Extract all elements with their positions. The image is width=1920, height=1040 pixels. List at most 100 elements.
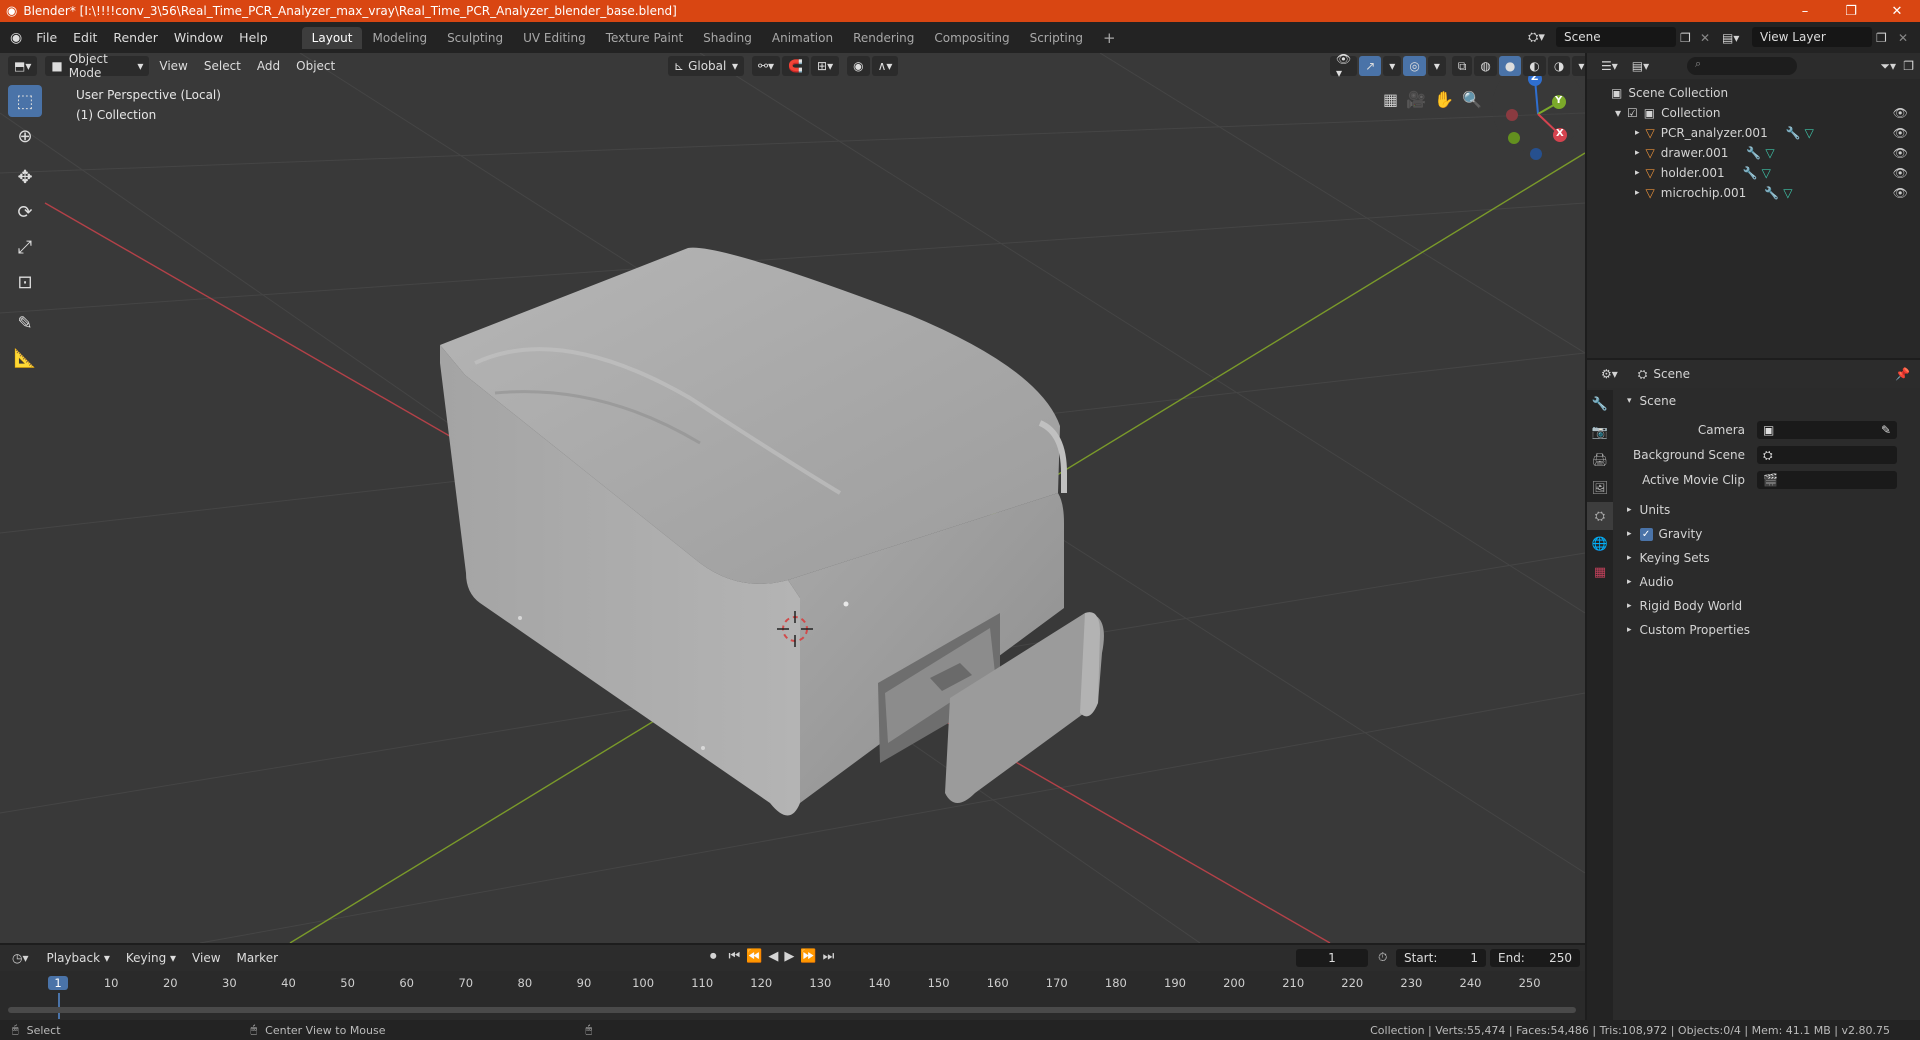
object-visibility-icon[interactable]: 👁 [1893, 166, 1908, 180]
outliner-search-input[interactable]: ⌕ [1687, 57, 1797, 75]
orientation-selector[interactable]: ⊾ Global ▾ [668, 56, 744, 76]
keying-sets-panel[interactable]: ▸ Keying Sets [1627, 551, 1710, 565]
minimize-button[interactable]: – [1782, 0, 1828, 22]
outliner-item[interactable]: ▸ ▽ microchip.001 🔧 ▽ [1635, 186, 1792, 200]
move-tool[interactable]: ✥ [8, 161, 42, 193]
viewport-menu-add[interactable]: Add [249, 59, 288, 73]
expand-arrow-icon[interactable]: ▸ [1635, 148, 1640, 158]
snap-target-icon[interactable]: ⊞▾ [811, 56, 840, 76]
mesh-data-icon[interactable]: ▽ [1805, 126, 1814, 140]
xray-icon[interactable]: ⧉ [1451, 56, 1473, 76]
viewport-menu-select[interactable]: Select [196, 59, 249, 73]
pivot-point-icon[interactable]: ⚯▾ [752, 56, 781, 76]
gravity-checkbox[interactable]: ✓ [1639, 527, 1653, 541]
frame-ruler[interactable]: 1 10 20 30 40 50 60 70 80 90 100 110 120 130 140 150 160… [0, 973, 1585, 1019]
delete-view-layer-icon[interactable]: ✕ [1898, 31, 1908, 45]
render-tab-icon[interactable]: 📷 [1587, 418, 1613, 446]
proportional-edit-icon[interactable]: ◉ [847, 56, 870, 76]
camera-view-icon[interactable]: 🎥 [1406, 90, 1426, 109]
modifier-wrench-icon[interactable]: 🔧 [1764, 186, 1779, 200]
mesh-data-icon[interactable]: ▽ [1783, 186, 1792, 200]
annotate-tool[interactable]: ✎ [8, 307, 42, 339]
output-tab-icon[interactable]: 🖨 [1587, 446, 1613, 474]
outliner-editor-icon[interactable]: ☰▾ [1601, 59, 1618, 73]
pin-icon[interactable]: 📌 [1895, 367, 1910, 381]
viewport-menu-object[interactable]: Object [288, 59, 343, 73]
expand-arrow-icon[interactable]: ▸ [1635, 188, 1640, 198]
pcr-analyzer-model[interactable] [440, 157, 1104, 816]
tab-modeling[interactable]: Modeling [362, 27, 437, 49]
object-visibility-icon[interactable]: 👁 [1893, 146, 1908, 160]
tab-shading[interactable]: Shading [693, 27, 762, 49]
outliner-item[interactable]: ▸ ▽ holder.001 🔧 ▽ [1635, 166, 1771, 180]
expand-arrow-icon[interactable]: ▸ [1635, 168, 1640, 178]
solid-shading-icon[interactable]: ● [1498, 56, 1522, 76]
collection-checkbox[interactable]: ☑ [1627, 106, 1638, 120]
viewport-menu-view[interactable]: View [151, 59, 195, 73]
menu-render[interactable]: Render [105, 27, 166, 49]
mesh-data-icon[interactable]: ▽ [1765, 146, 1774, 160]
mode-selector[interactable]: ■ Object Mode ▾ [45, 53, 150, 80]
properties-editor-icon[interactable]: ⚙▾ [1601, 367, 1618, 381]
play-reverse-icon[interactable]: ◀ [768, 949, 778, 964]
display-mode-icon[interactable]: ▤▾ [1632, 59, 1649, 73]
menu-file[interactable]: File [28, 27, 65, 49]
modifier-wrench-icon[interactable]: 🔧 [1746, 146, 1761, 160]
eyedropper-icon[interactable]: ✎ [1881, 423, 1891, 437]
world-tab-icon[interactable]: 🌐 [1587, 530, 1613, 558]
blender-menu-icon[interactable]: ◉ [10, 30, 22, 46]
jump-start-icon[interactable]: ⏮ [729, 949, 741, 964]
tab-layout[interactable]: Layout [301, 26, 363, 49]
gravity-panel[interactable]: ▸ ✓ Gravity [1627, 527, 1702, 541]
start-frame-field[interactable]: Start: 1 [1396, 949, 1486, 967]
tab-uv-editing[interactable]: UV Editing [513, 27, 596, 49]
scene-tab-icon[interactable]: ⛭ [1587, 502, 1613, 530]
menu-window[interactable]: Window [166, 27, 231, 49]
scale-tool[interactable]: ⤢ [8, 231, 42, 263]
timeline-menu-marker[interactable]: Marker [229, 951, 286, 965]
tool-tab-icon[interactable]: 🔧 [1587, 390, 1613, 418]
collapse-arrow-icon[interactable]: ▾ [1615, 106, 1621, 120]
units-panel[interactable]: ▸ Units [1627, 503, 1670, 517]
filter-icon[interactable]: ⏷▾ [1880, 59, 1896, 74]
cursor-tool[interactable]: ⊕ [8, 120, 42, 152]
custom-properties-panel[interactable]: ▸ Custom Properties [1627, 623, 1750, 637]
tab-scripting[interactable]: Scripting [1020, 27, 1093, 49]
gizmo-toggle-icon[interactable]: ↗ [1359, 56, 1382, 76]
material-shading-icon[interactable]: ◐ [1523, 56, 1546, 76]
collection-visibility-icon[interactable]: 👁 [1893, 106, 1908, 120]
snap-icon[interactable]: 🧲 [782, 56, 810, 76]
outliner-item[interactable]: ▸ ▽ drawer.001 🔧 ▽ [1635, 146, 1775, 160]
wireframe-shading-icon[interactable]: ◍ [1474, 56, 1497, 76]
timeline-scrollbar[interactable] [8, 1007, 1576, 1013]
mesh-data-icon[interactable]: ▽ [1762, 166, 1771, 180]
object-visibility-icon[interactable]: 👁 [1893, 126, 1908, 140]
object-visibility-icon[interactable]: 👁 [1893, 186, 1908, 200]
overlay-dropdown-icon[interactable]: ▾ [1427, 56, 1446, 76]
maximize-button[interactable]: ❐ [1828, 0, 1874, 22]
view-layer-tab-icon[interactable]: 🖼 [1587, 474, 1613, 502]
select-box-tool[interactable]: ⬚ [8, 85, 42, 117]
view-layer-icon[interactable]: ▤▾ [1722, 31, 1739, 45]
new-scene-icon[interactable]: ❐ [1680, 31, 1691, 45]
clock-icon[interactable]: ⏱ [1378, 950, 1387, 965]
outliner-item[interactable]: ▸ ▽ PCR_analyzer.001 🔧 ▽ [1635, 126, 1814, 140]
menu-edit[interactable]: Edit [65, 27, 105, 49]
rigid-body-world-panel[interactable]: ▸ Rigid Body World [1627, 599, 1742, 613]
modifier-wrench-icon[interactable]: 🔧 [1743, 166, 1758, 180]
tab-animation[interactable]: Animation [762, 27, 843, 49]
scene-selector-icon[interactable]: ⛭▾ [1528, 30, 1545, 45]
tab-rendering[interactable]: Rendering [843, 27, 924, 49]
prev-keyframe-icon[interactable]: ⏪ [746, 949, 762, 964]
play-icon[interactable]: ▶ [784, 949, 794, 964]
rendered-shading-icon[interactable]: ◑ [1547, 56, 1571, 76]
3d-viewport[interactable]: Z Y X ▦ 🎥 ✋ 🔍 ⬒▾ ■ Object Mode ▾ View Se… [0, 53, 1585, 943]
expand-arrow-icon[interactable]: ▸ [1635, 128, 1640, 138]
active-movie-clip-field[interactable]: 🎬 [1757, 471, 1897, 489]
modifier-wrench-icon[interactable]: 🔧 [1786, 126, 1801, 140]
timeline-editor-icon[interactable]: ◷▾ [12, 951, 29, 965]
timeline-menu-keying[interactable]: Keying ▾ [118, 951, 184, 965]
camera-field[interactable]: ▣ ✎ [1757, 421, 1897, 439]
background-scene-field[interactable]: ⛭ [1757, 446, 1897, 464]
grid-view-icon[interactable]: ▦ [1383, 90, 1398, 109]
